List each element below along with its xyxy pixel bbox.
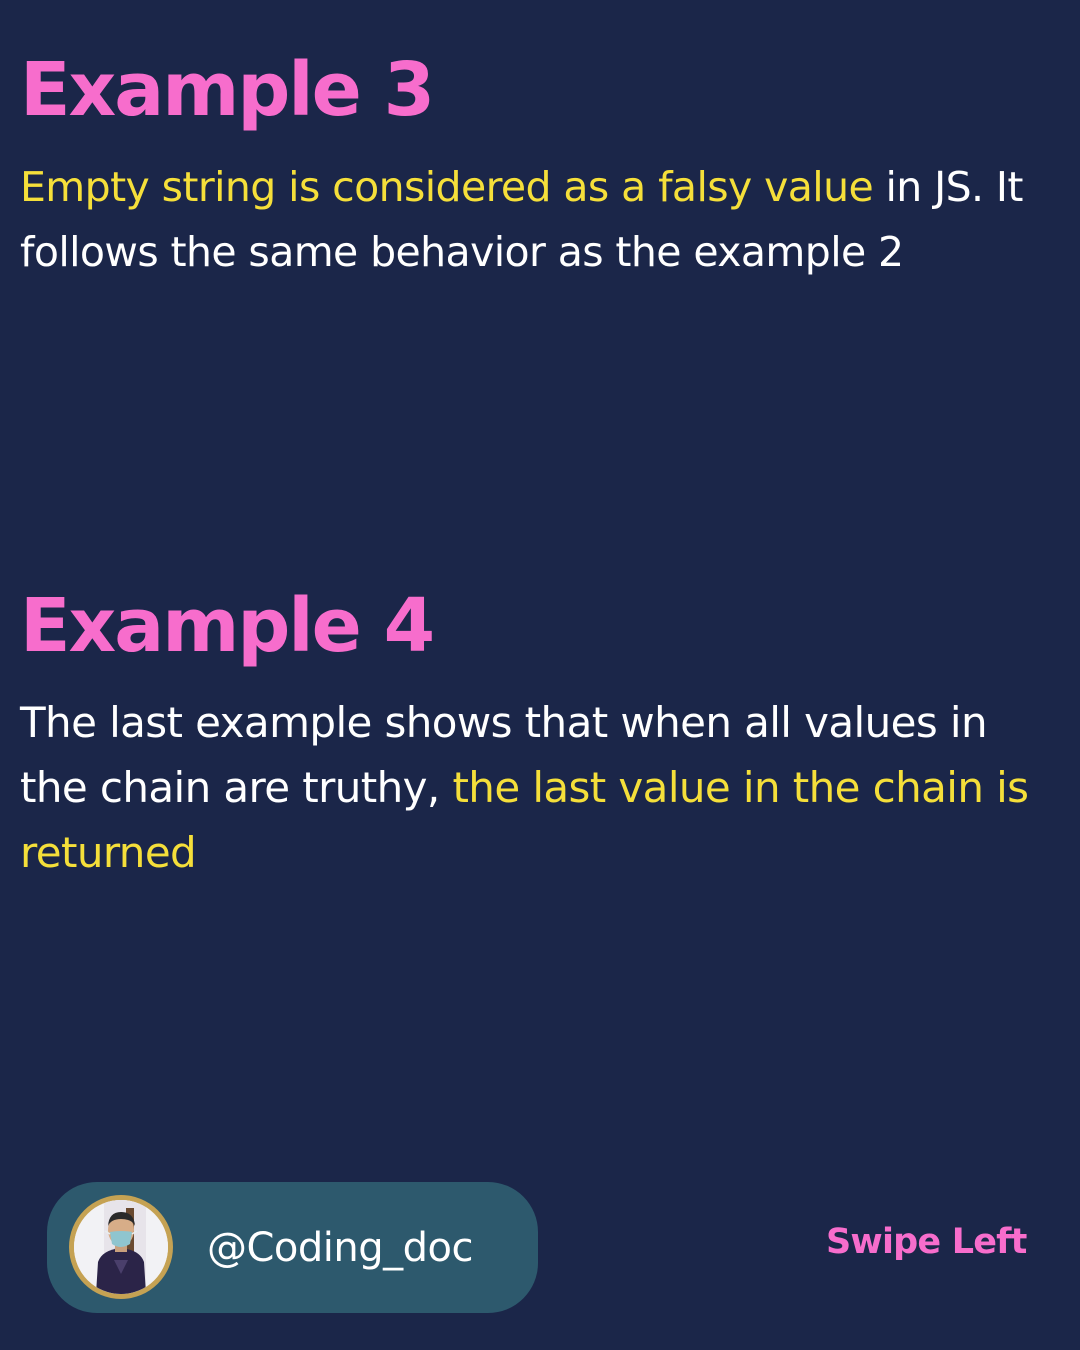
example-3-description: Empty string is considered as a falsy va… [20,155,1060,285]
example-4-description: The last example shows that when all val… [20,690,1060,885]
person-icon [74,1200,168,1294]
example-4-heading: Example 4 [20,583,435,669]
avatar-photo [74,1200,168,1294]
avatar [69,1195,173,1299]
example-3-highlight-text: Empty string is considered as a falsy va… [20,163,874,211]
username-handle[interactable]: @Coding_doc [207,1223,474,1273]
profile-badge[interactable]: @Coding_doc [47,1182,538,1313]
example-3-heading: Example 3 [20,47,435,133]
swipe-left-label[interactable]: Swipe Left [826,1220,1027,1265]
